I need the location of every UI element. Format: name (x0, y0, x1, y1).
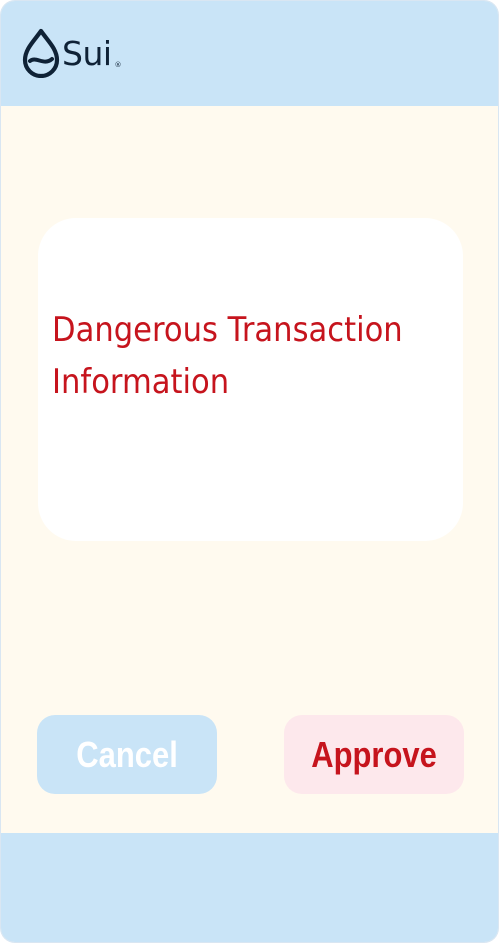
registered-mark: ® (114, 61, 122, 69)
cancel-button-label: Cancel (76, 733, 178, 775)
sui-logo: Sui ® (22, 27, 122, 79)
header-bar: Sui ® (1, 1, 498, 106)
logo-wordmark: Sui (62, 33, 112, 73)
sui-droplet-icon (22, 28, 60, 78)
main-content: Dangerous Transaction Information Cancel… (1, 106, 498, 833)
footer-bar (1, 833, 498, 942)
dangerous-transaction-warning: Dangerous Transaction Information (52, 310, 403, 402)
cancel-button[interactable]: Cancel (37, 715, 217, 794)
transaction-info-card: Dangerous Transaction Information (38, 218, 463, 541)
wallet-window: Sui ® Dangerous Transaction Information … (1, 1, 498, 942)
approve-button[interactable]: Approve (284, 715, 464, 794)
approve-button-label: Approve (311, 733, 437, 775)
